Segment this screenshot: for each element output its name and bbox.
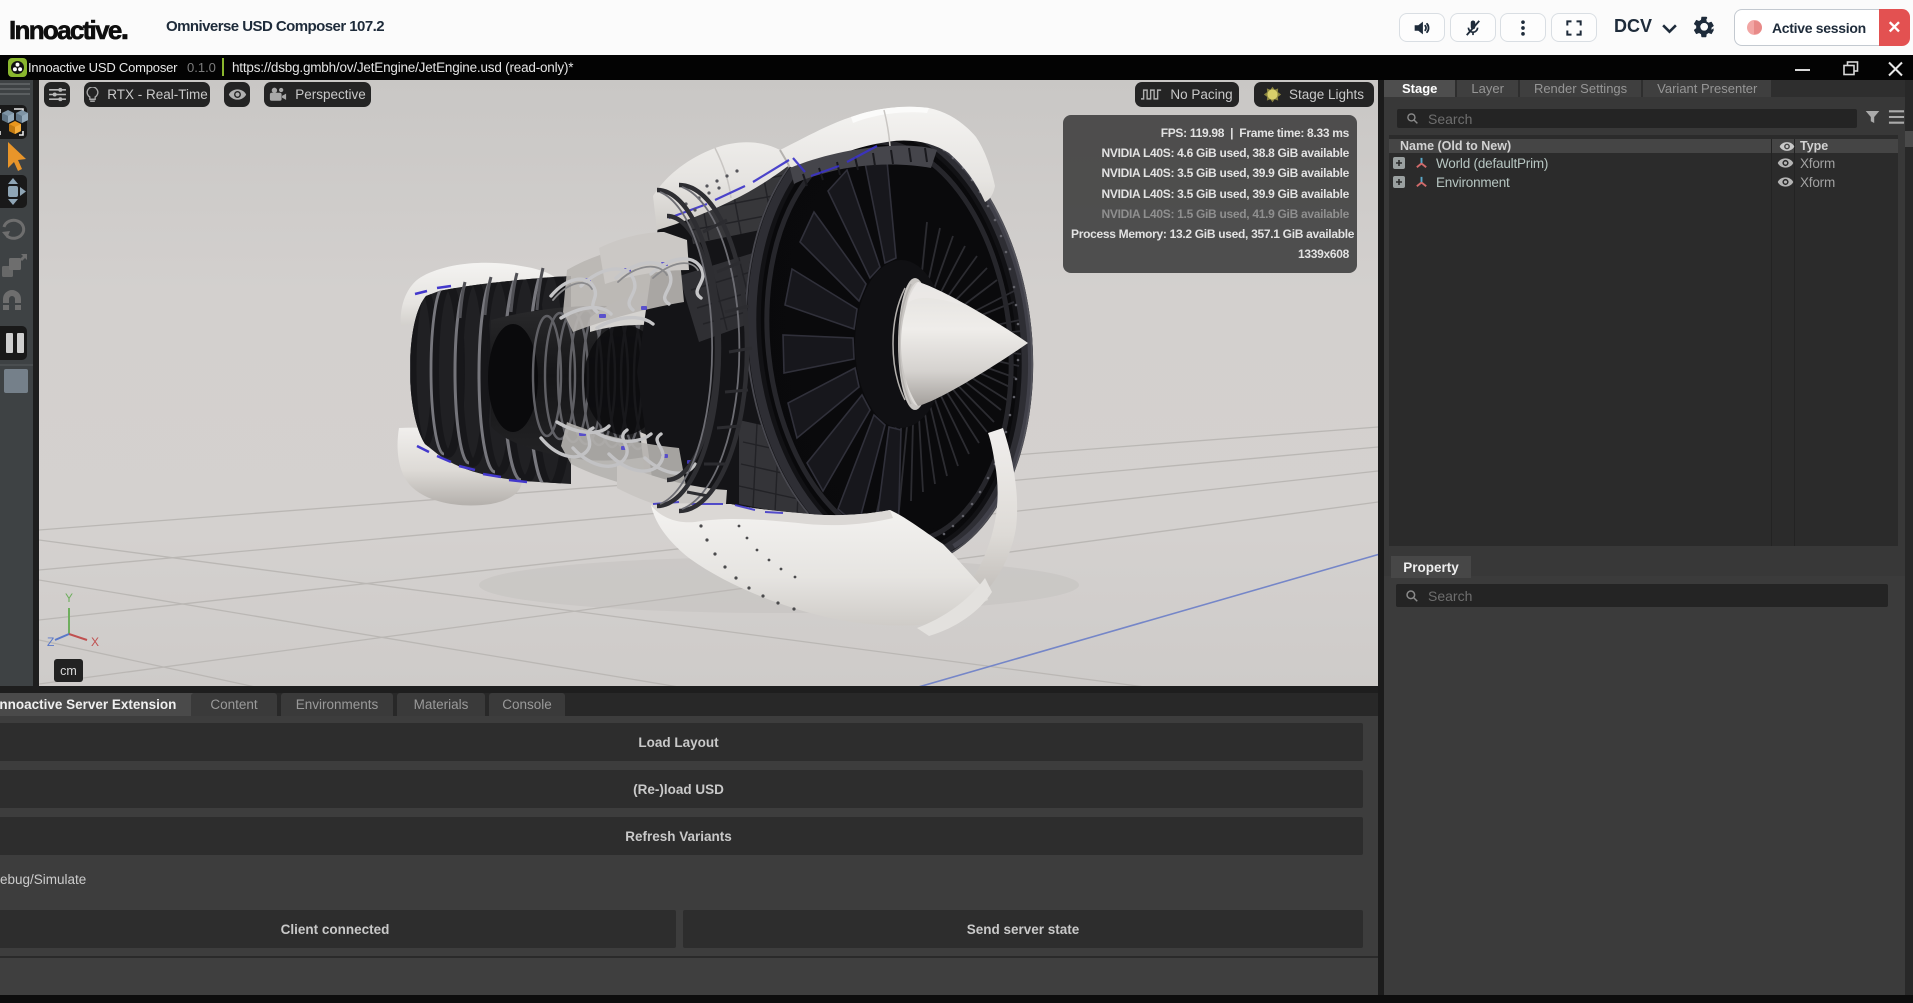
- svg-text:X: X: [91, 635, 99, 649]
- svg-text:Y: Y: [65, 591, 73, 605]
- svg-text:Z: Z: [47, 635, 54, 649]
